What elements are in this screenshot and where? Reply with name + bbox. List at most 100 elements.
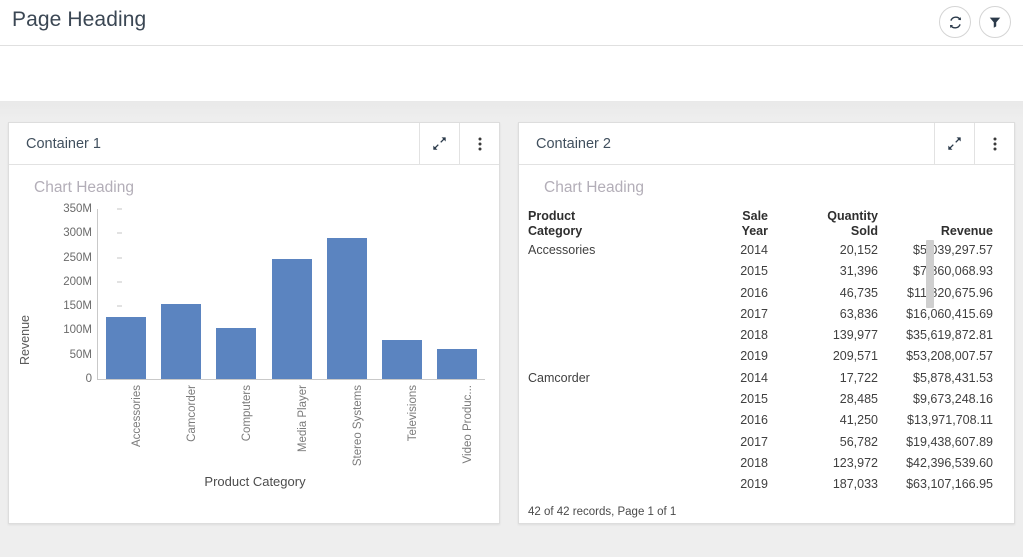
header-line-1: Quantity	[768, 209, 878, 224]
table-row[interactable]: 201641,250$13,971,708.11	[528, 410, 993, 431]
cell-product-category: Camcorder	[528, 368, 650, 389]
cell-product-category	[528, 261, 650, 282]
table-row[interactable]: Camcorder201417,722$5,878,431.53	[528, 368, 993, 389]
y-axis-tick-label: 300M	[40, 227, 92, 239]
table-header-row: Product Category Sale Year Quantity Sold	[528, 209, 993, 240]
cell-quantity-sold: 17,722	[768, 368, 878, 389]
cell-revenue: $53,208,007.57	[878, 346, 993, 367]
container-1: Container 1	[8, 122, 500, 524]
x-axis-tick-label: Televisions	[407, 385, 419, 441]
bar-accessories[interactable]	[106, 317, 146, 379]
table-scrollbar-thumb[interactable]	[926, 240, 934, 308]
cell-quantity-sold: 123,972	[768, 453, 878, 474]
cell-revenue: $9,673,248.16	[878, 389, 993, 410]
bar-stereo-systems[interactable]	[327, 238, 367, 379]
table-header: Product Category Sale Year Quantity Sold	[528, 209, 993, 240]
x-axis-tick-label: Accessories	[131, 385, 143, 447]
y-axis-tick-label: 100M	[40, 324, 92, 336]
container-2-menu-button[interactable]	[974, 123, 1014, 164]
cell-revenue: $42,396,539.60	[878, 453, 993, 474]
chart-1-heading: Chart Heading	[34, 179, 134, 197]
cell-revenue: $63,107,166.95	[878, 474, 993, 495]
bar-video-produc[interactable]	[437, 349, 477, 379]
container-1-menu-button[interactable]	[459, 123, 499, 164]
kebab-menu-icon	[993, 136, 997, 152]
x-axis-tick-label: Stereo Systems	[352, 385, 364, 466]
column-header-product-category[interactable]: Product Category	[528, 209, 650, 240]
data-table-wrapper[interactable]: Product Category Sale Year Quantity Sold	[519, 209, 1016, 524]
x-axis-tick-label: Video Produc...	[462, 385, 474, 463]
cell-revenue: $5,039,297.57	[878, 240, 993, 261]
cell-product-category	[528, 453, 650, 474]
container-1-tools	[419, 123, 499, 164]
column-header-revenue[interactable]: Revenue	[878, 209, 993, 240]
refresh-icon	[948, 15, 963, 30]
table-row[interactable]: 201531,396$7,860,068.93	[528, 261, 993, 282]
cell-product-category	[528, 325, 650, 346]
table-row[interactable]: 2018139,977$35,619,872.81	[528, 325, 993, 346]
header-line-1: Sale	[650, 209, 768, 224]
table-row[interactable]: 201763,836$16,060,415.69	[528, 304, 993, 325]
y-axis-tick-label: 0	[40, 373, 92, 385]
cell-sale-year: 2016	[650, 283, 768, 304]
table-row[interactable]: 2019187,033$63,107,166.95	[528, 474, 993, 495]
table-row[interactable]: 201646,735$11,820,675.96	[528, 283, 993, 304]
container-1-body: Chart Heading Revenue 050M100M150M200M25…	[9, 165, 499, 524]
table-row[interactable]: 201528,485$9,673,248.16	[528, 389, 993, 410]
cell-product-category	[528, 346, 650, 367]
bar-camcorder[interactable]	[161, 304, 201, 379]
page-title: Page Heading	[12, 8, 146, 32]
refresh-button[interactable]	[939, 6, 971, 38]
bar-televisions[interactable]	[382, 340, 422, 379]
cell-quantity-sold: 139,977	[768, 325, 878, 346]
y-axis-tick-label: 200M	[40, 276, 92, 288]
cell-sale-year: 2017	[650, 304, 768, 325]
cell-revenue: $16,060,415.69	[878, 304, 993, 325]
container-2-expand-button[interactable]	[934, 123, 974, 164]
cell-quantity-sold: 46,735	[768, 283, 878, 304]
cell-sale-year: 2018	[650, 325, 768, 346]
table-row[interactable]: Accessories201420,152$5,039,297.57	[528, 240, 993, 261]
cell-quantity-sold: 187,033	[768, 474, 878, 495]
cell-revenue: $35,619,872.81	[878, 325, 993, 346]
table-row[interactable]: 2018123,972$42,396,539.60	[528, 453, 993, 474]
column-header-sale-year[interactable]: Sale Year	[650, 209, 768, 240]
sub-bar	[0, 46, 1023, 101]
y-axis-tick-label: 350M	[40, 203, 92, 215]
topbar-actions	[939, 6, 1011, 38]
cell-product-category	[528, 304, 650, 325]
cell-product-category	[528, 432, 650, 453]
container-2-header: Container 2	[519, 123, 1014, 165]
cell-product-category	[528, 410, 650, 431]
cell-product-category: Accessories	[528, 240, 650, 261]
cell-revenue: $5,878,431.53	[878, 368, 993, 389]
cell-quantity-sold: 41,250	[768, 410, 878, 431]
cell-product-category	[528, 389, 650, 410]
chart-x-axis-title: Product Category	[9, 474, 501, 489]
cell-quantity-sold: 56,782	[768, 432, 878, 453]
cell-revenue: $7,860,068.93	[878, 261, 993, 282]
cell-sale-year: 2016	[650, 410, 768, 431]
table-row[interactable]: 2019209,571$53,208,007.57	[528, 346, 993, 367]
cell-sale-year: 2017	[650, 432, 768, 453]
cell-sale-year: 2019	[650, 346, 768, 367]
cell-revenue: $13,971,708.11	[878, 410, 993, 431]
header-line-2: Revenue	[878, 224, 993, 239]
filter-icon	[988, 15, 1002, 29]
data-table: Product Category Sale Year Quantity Sold	[528, 209, 993, 496]
table-row[interactable]: 201756,782$19,438,607.89	[528, 432, 993, 453]
bar-computers[interactable]	[216, 328, 256, 379]
bar-media-player[interactable]	[272, 259, 312, 379]
kebab-menu-icon	[478, 136, 482, 152]
expand-icon	[432, 136, 447, 151]
header-line-2: Sold	[768, 224, 878, 239]
chart-x-axis-line	[97, 379, 485, 380]
cell-quantity-sold: 28,485	[768, 389, 878, 410]
container-2-tools	[934, 123, 1014, 164]
cell-product-category	[528, 283, 650, 304]
container-1-expand-button[interactable]	[419, 123, 459, 164]
container-1-title: Container 1	[9, 136, 101, 152]
column-header-quantity-sold[interactable]: Quantity Sold	[768, 209, 878, 240]
filter-button[interactable]	[979, 6, 1011, 38]
container-2: Container 2	[518, 122, 1015, 524]
